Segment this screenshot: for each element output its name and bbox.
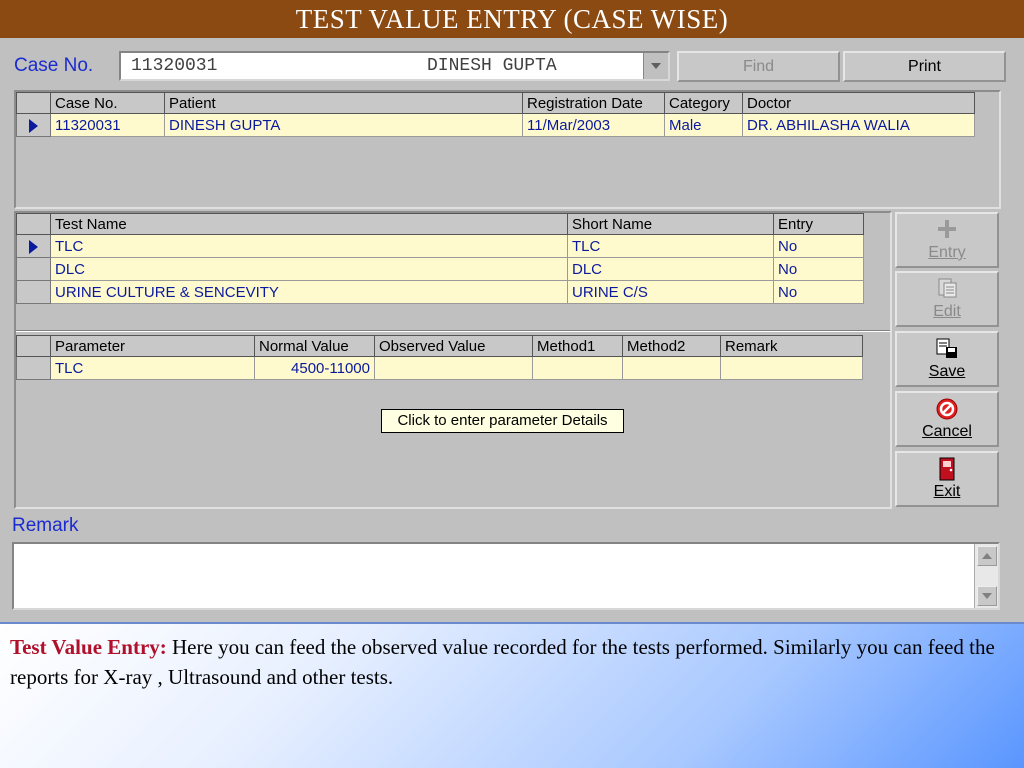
- dropdown-arrow[interactable]: [643, 53, 668, 79]
- print-button[interactable]: Print: [843, 51, 1006, 82]
- door-exit-icon: [897, 457, 997, 483]
- column-header[interactable]: Category: [664, 92, 743, 114]
- case-no-combo[interactable]: 11320031 DINESH GUPTA: [119, 51, 670, 81]
- table-cell[interactable]: DLC: [50, 257, 568, 281]
- column-header[interactable]: Registration Date: [522, 92, 665, 114]
- table-cell[interactable]: No: [773, 280, 864, 304]
- column-header[interactable]: Observed Value: [374, 335, 533, 357]
- row-selector[interactable]: [16, 280, 51, 304]
- column-header[interactable]: Test Name: [50, 213, 568, 235]
- table-cell[interactable]: [532, 356, 623, 380]
- find-button[interactable]: Find: [677, 51, 840, 82]
- table-cell[interactable]: DR. ABHILASHA WALIA: [742, 113, 975, 137]
- table-row[interactable]: URINE CULTURE & SENCEVITY URINE C/S No: [16, 280, 864, 304]
- table-row[interactable]: TLC 4500-11000: [16, 356, 863, 380]
- window-title: TEST VALUE ENTRY (CASE WISE): [0, 0, 1024, 38]
- row-selector[interactable]: [16, 257, 51, 281]
- case-number-value: 11320031: [131, 56, 218, 76]
- column-header[interactable]: Patient: [164, 92, 523, 114]
- table-cell[interactable]: No: [773, 234, 864, 258]
- save-button[interactable]: Save: [895, 331, 999, 387]
- cancel-icon: [897, 397, 997, 423]
- row-pointer-icon[interactable]: [16, 234, 51, 258]
- column-header[interactable]: Doctor: [742, 92, 975, 114]
- table-cell[interactable]: TLC: [50, 234, 568, 258]
- table-cell[interactable]: 11/Mar/2003: [522, 113, 665, 137]
- column-header[interactable]: Case No.: [50, 92, 165, 114]
- parameter-grid: Parameter Normal Value Observed Value Me…: [16, 335, 863, 380]
- tooltip: Click to enter parameter Details: [381, 409, 624, 433]
- row-selector[interactable]: [16, 356, 51, 380]
- description-heading: Test Value Entry:: [10, 635, 167, 659]
- entry-button-label: Entry: [928, 244, 966, 261]
- row-selector-header: [16, 213, 51, 235]
- edit-document-icon: [897, 277, 997, 303]
- table-row[interactable]: DLC DLC No: [16, 257, 864, 281]
- remark-label: Remark: [12, 515, 79, 536]
- column-header[interactable]: Method2: [622, 335, 721, 357]
- print-button-label: Print: [908, 58, 941, 75]
- table-cell[interactable]: URINE C/S: [567, 280, 774, 304]
- observed-value-cell[interactable]: [374, 356, 533, 380]
- edit-button-label: Edit: [933, 303, 961, 320]
- table-row[interactable]: 11320031 DINESH GUPTA 11/Mar/2003 Male D…: [16, 113, 975, 137]
- table-cell[interactable]: [720, 356, 863, 380]
- row-selector-header: [16, 335, 51, 357]
- save-icon: [897, 337, 997, 363]
- chevron-down-icon: [651, 63, 661, 69]
- case-grid: Case No. Patient Registration Date Categ…: [16, 92, 975, 137]
- description-panel: Test Value Entry: Here you can feed the …: [0, 622, 1024, 768]
- cancel-button-label: Cancel: [922, 423, 972, 440]
- table-cell[interactable]: DLC: [567, 257, 774, 281]
- table-cell[interactable]: TLC: [50, 356, 255, 380]
- cancel-button[interactable]: Cancel: [895, 391, 999, 447]
- column-header[interactable]: Parameter: [50, 335, 255, 357]
- patient-name-value: DINESH GUPTA: [427, 56, 557, 76]
- scroll-up-icon[interactable]: [977, 546, 997, 566]
- exit-button[interactable]: Exit: [895, 451, 999, 507]
- table-cell[interactable]: No: [773, 257, 864, 281]
- table-cell[interactable]: Male: [664, 113, 743, 137]
- table-cell[interactable]: 4500-11000: [254, 356, 375, 380]
- remark-scrollbar[interactable]: [974, 544, 998, 608]
- table-cell[interactable]: [622, 356, 721, 380]
- test-grid: Test Name Short Name Entry TLC TLC No DL…: [16, 213, 864, 304]
- table-cell[interactable]: URINE CULTURE & SENCEVITY: [50, 280, 568, 304]
- column-header[interactable]: Remark: [720, 335, 863, 357]
- divider: [16, 330, 890, 332]
- row-selector-header: [16, 92, 51, 114]
- column-header[interactable]: Method1: [532, 335, 623, 357]
- remark-textarea[interactable]: [12, 542, 1000, 610]
- row-pointer-icon[interactable]: [16, 113, 51, 137]
- scroll-down-icon[interactable]: [977, 586, 997, 606]
- table-cell[interactable]: DINESH GUPTA: [164, 113, 523, 137]
- plus-icon: [897, 218, 997, 244]
- find-button-label: Find: [742, 58, 775, 75]
- edit-button[interactable]: Edit: [895, 271, 999, 327]
- exit-button-label: Exit: [933, 483, 961, 500]
- table-cell[interactable]: 11320031: [50, 113, 165, 137]
- column-header[interactable]: Short Name: [567, 213, 774, 235]
- table-cell[interactable]: TLC: [567, 234, 774, 258]
- table-row[interactable]: TLC TLC No: [16, 234, 864, 258]
- entry-button[interactable]: Entry: [895, 212, 999, 268]
- column-header[interactable]: Normal Value: [254, 335, 375, 357]
- save-button-label: Save: [928, 363, 966, 380]
- case-no-label: Case No.: [14, 55, 94, 76]
- column-header[interactable]: Entry: [773, 213, 864, 235]
